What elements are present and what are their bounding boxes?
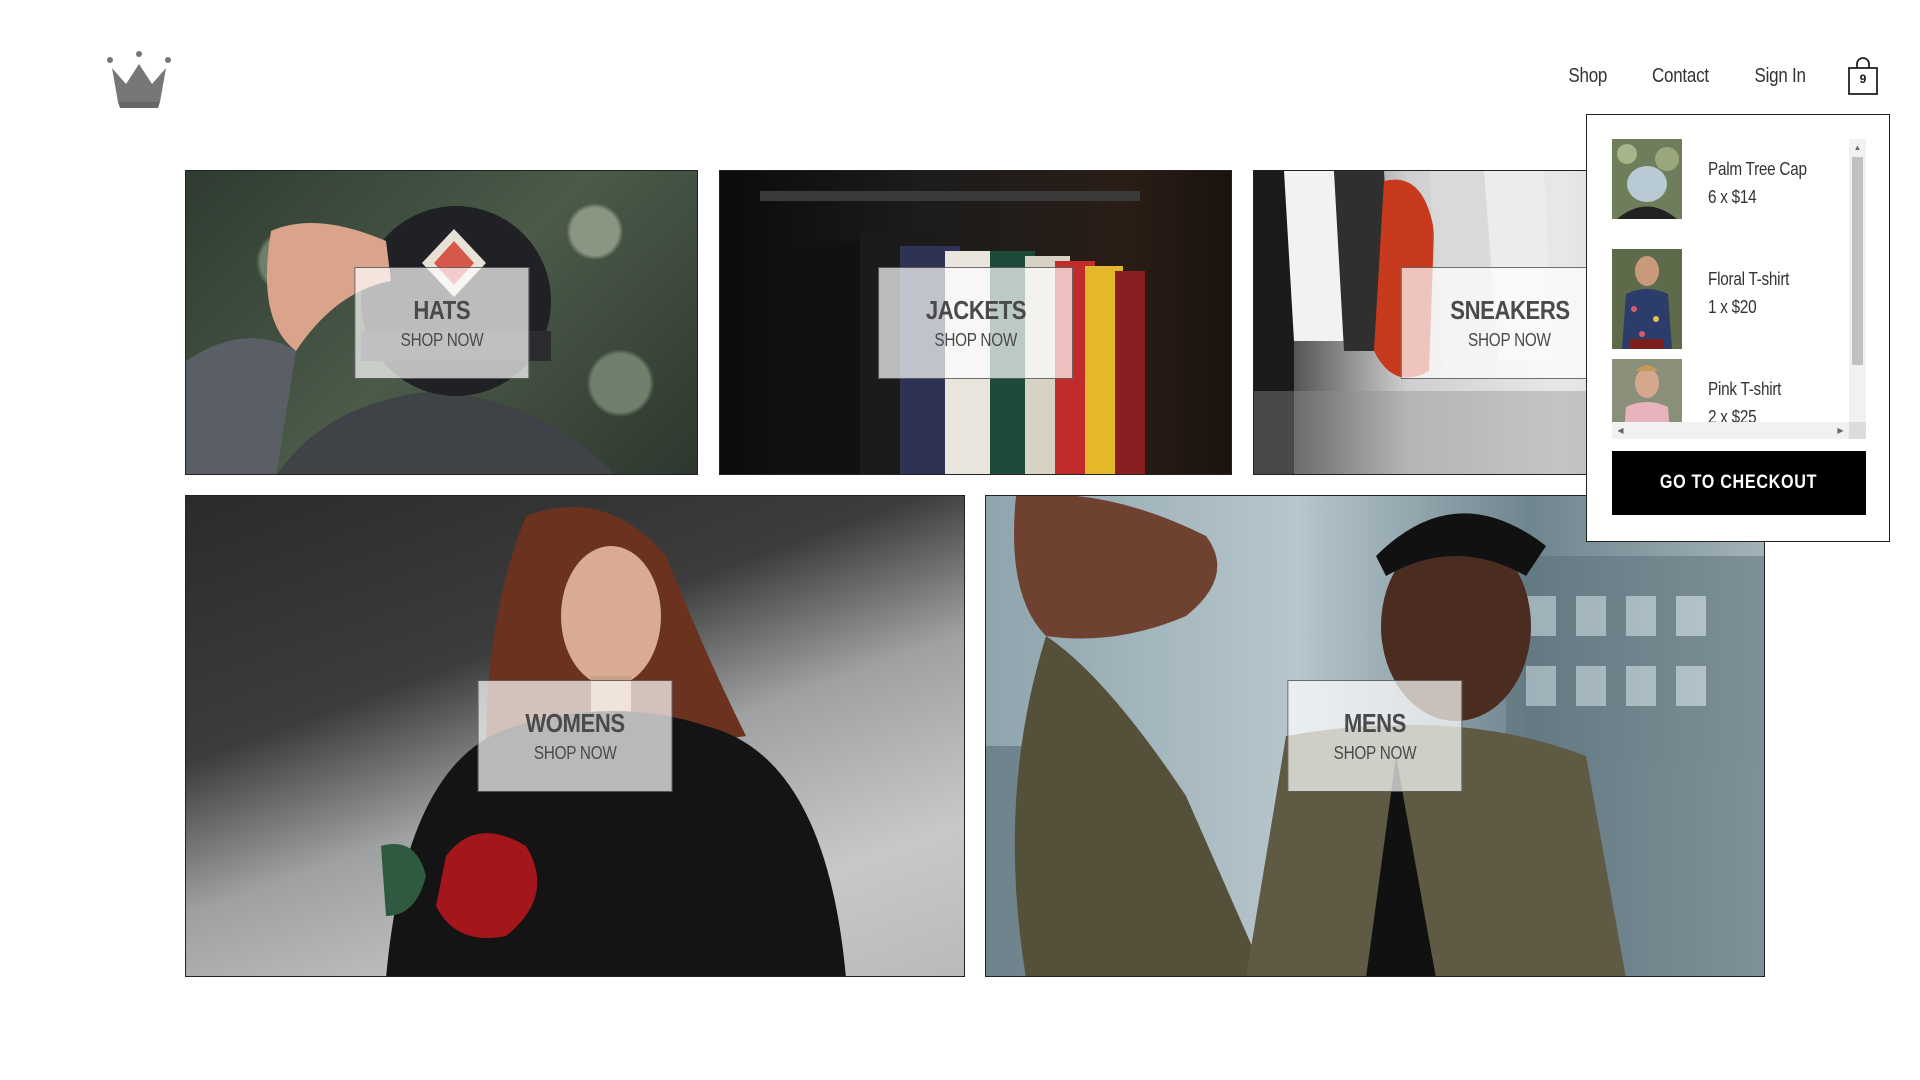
hats-label-box: HATS SHOP NOW [353, 266, 530, 379]
womens-shop-now[interactable]: SHOP NOW [534, 743, 617, 764]
hats-title: HATS [413, 294, 470, 325]
cart-item-price: 1 x $20 [1708, 297, 1757, 317]
cart-item-details: Palm Tree Cap 6 x $14 [1708, 139, 1824, 211]
cart-item-name: Pink T-shirt [1708, 379, 1782, 399]
nav-contact-link[interactable]: Contact [1652, 65, 1709, 88]
cart-item: Palm Tree Cap 6 x $14 [1612, 139, 1848, 249]
womens-label-box: WOMENS SHOP NOW [477, 680, 673, 792]
cart-item-name: Floral T-shirt [1708, 269, 1790, 289]
jackets-title: JACKETS [925, 294, 1026, 325]
cart-items-scroll-area[interactable]: Palm Tree Cap 6 x $14 Floral T-shirt 1 x… [1612, 139, 1866, 439]
main-nav: Shop Contact Sign In 9 [1565, 56, 1880, 96]
mens-label-box: MENS SHOP NOW [1287, 680, 1463, 792]
cart-item-details: Floral T-shirt 1 x $20 [1708, 249, 1804, 321]
nav-signin-link[interactable]: Sign In [1754, 65, 1805, 88]
nav-shop-link[interactable]: Shop [1569, 65, 1608, 88]
category-tile-mens[interactable]: MENS SHOP NOW [985, 495, 1765, 977]
sneakers-shop-now[interactable]: SHOP NOW [1468, 330, 1551, 351]
cart-item-image [1612, 249, 1682, 349]
cart-horizontal-scrollbar[interactable]: ◀ ▶ [1612, 422, 1849, 439]
cart-item-price: 6 x $14 [1708, 187, 1757, 207]
checkout-button-label: GO TO CHECKOUT [1660, 472, 1818, 493]
scroll-up-arrow-icon[interactable]: ▲ [1849, 139, 1866, 156]
cart-button[interactable]: 9 [1846, 56, 1880, 96]
mens-shop-now[interactable]: SHOP NOW [1334, 743, 1417, 764]
cart-item-name: Palm Tree Cap [1708, 159, 1807, 179]
scrollbar-thumb[interactable] [1852, 157, 1863, 365]
cart-vertical-scrollbar[interactable]: ▲ ▼ [1849, 139, 1866, 439]
womens-title: WOMENS [525, 708, 625, 738]
scroll-left-arrow-icon[interactable]: ◀ [1612, 422, 1629, 439]
crown-logo-icon[interactable] [104, 50, 174, 112]
cart-items-list: Palm Tree Cap 6 x $14 Floral T-shirt 1 x… [1612, 139, 1848, 439]
cart-dropdown: Palm Tree Cap 6 x $14 Floral T-shirt 1 x… [1586, 114, 1890, 542]
cart-item-count: 9 [1859, 72, 1867, 86]
category-tile-womens[interactable]: WOMENS SHOP NOW [185, 495, 965, 977]
sneakers-title: SNEAKERS [1449, 294, 1570, 325]
category-tile-hats[interactable]: HATS SHOP NOW [185, 170, 698, 475]
jackets-shop-now[interactable]: SHOP NOW [934, 330, 1017, 351]
cart-item-details: Pink T-shirt 2 x $25 [1708, 359, 1794, 431]
scroll-right-arrow-icon[interactable]: ▶ [1832, 422, 1849, 439]
cart-item-image [1612, 139, 1682, 239]
scrollbar-corner [1849, 422, 1866, 439]
hats-shop-now[interactable]: SHOP NOW [400, 330, 483, 351]
jackets-label-box: JACKETS SHOP NOW [877, 266, 1074, 379]
category-tile-jackets[interactable]: JACKETS SHOP NOW [719, 170, 1232, 475]
cart-item: Floral T-shirt 1 x $20 [1612, 249, 1848, 359]
go-to-checkout-button[interactable]: GO TO CHECKOUT [1612, 451, 1866, 515]
mens-title: MENS [1343, 708, 1407, 738]
